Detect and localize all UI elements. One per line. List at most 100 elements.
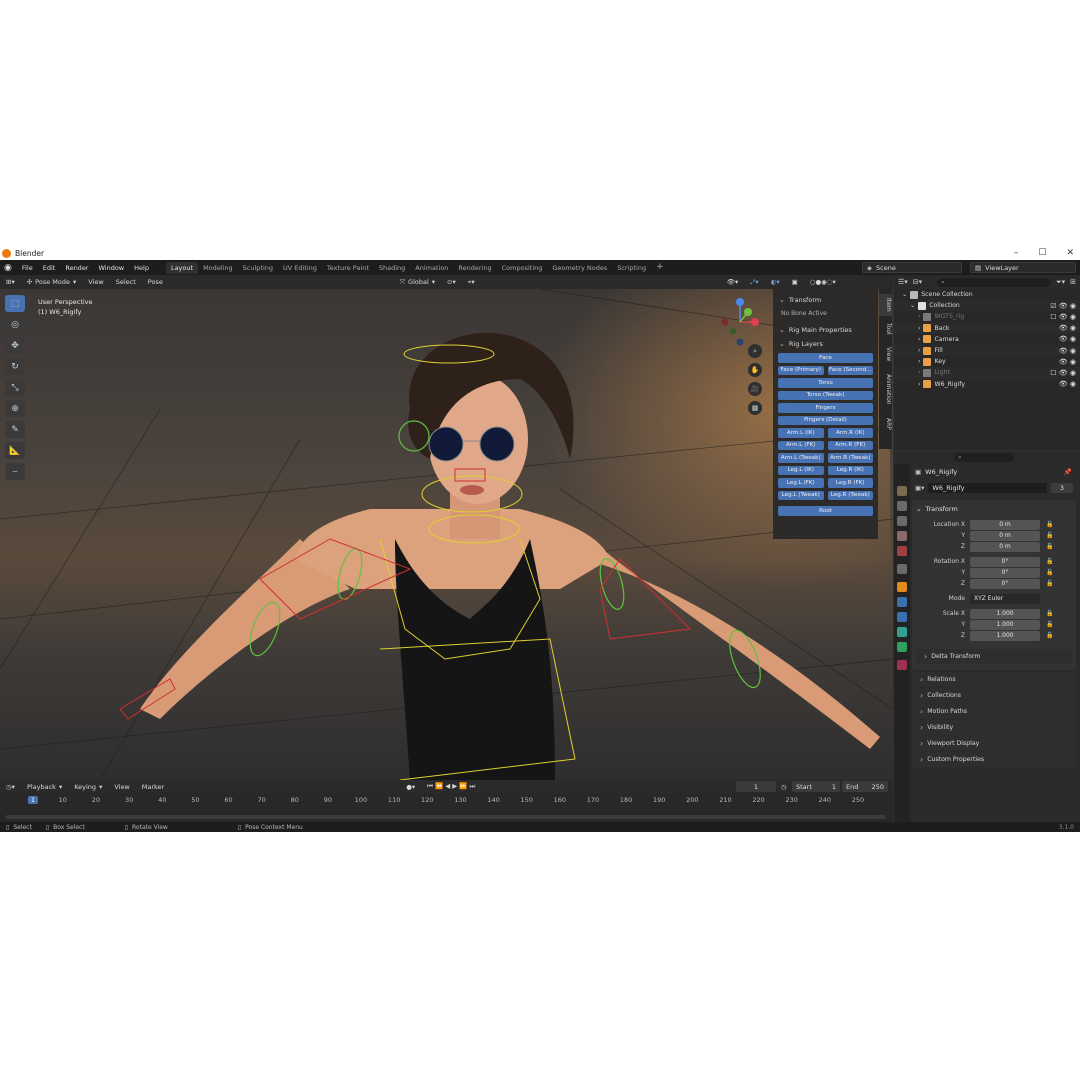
menu-view[interactable]: View <box>82 278 109 286</box>
transform-section[interactable]: Transform <box>777 293 874 307</box>
lock-icon[interactable]: 🔓 <box>1046 632 1053 639</box>
expand-arrow-icon[interactable]: › <box>918 381 920 388</box>
move-tool-icon[interactable]: ✥ <box>5 337 25 354</box>
orientation-dropdown[interactable]: ⤧ Global ▾ <box>394 278 441 287</box>
select-box-tool-icon[interactable]: ⬚ <box>5 295 25 312</box>
maximize-button[interactable]: ☐ <box>1038 248 1046 258</box>
layer-arm-r-ik-button[interactable]: Arm.R (IK) <box>827 428 873 438</box>
custom-properties-panel[interactable]: Custom Properties <box>912 752 1076 767</box>
tab-view[interactable]: View <box>879 344 892 364</box>
user-count[interactable]: 3 <box>1051 483 1073 493</box>
display-mode-icon[interactable]: ⊟▾ <box>913 278 922 286</box>
visibility-toggles[interactable]: 👁 ◉ <box>1059 380 1076 388</box>
viewport-display-panel[interactable]: Viewport Display <box>912 736 1076 751</box>
armature-data-icon[interactable] <box>897 642 907 652</box>
annotate-tool-icon[interactable]: ✎ <box>5 421 25 438</box>
menu-edit[interactable]: Edit <box>38 264 61 272</box>
editor-type-icon[interactable]: ⊞▾ <box>0 278 21 286</box>
scene-props-icon[interactable] <box>897 531 907 541</box>
lock-icon[interactable]: 🔓 <box>1046 521 1053 528</box>
pan-hand-icon[interactable]: ✋ <box>748 363 762 377</box>
timeline-ruler[interactable]: 1 10 20 30 40 50 60 70 80 90 100 110 120 130 140 150 160… <box>0 793 893 823</box>
tab-geometry-nodes[interactable]: Geometry Nodes <box>547 262 612 274</box>
tab-tool[interactable]: Tool <box>879 319 892 339</box>
end-frame-field[interactable]: End 250 <box>842 781 888 792</box>
tab-rendering[interactable]: Rendering <box>453 262 496 274</box>
scene-selector[interactable]: ◈ Scene <box>862 262 962 273</box>
world-props-icon[interactable] <box>897 546 907 556</box>
layer-face-secondary-button[interactable]: Face (Second... <box>827 365 873 375</box>
filter-icon[interactable]: ⏷▾ <box>1056 278 1065 287</box>
rig-main-section[interactable]: Rig Main Properties <box>777 323 874 337</box>
relax-tool-icon[interactable]: ⌣ <box>5 463 25 480</box>
visibility-toggles[interactable]: ☐ 👁 ◉ <box>1050 369 1076 377</box>
expand-arrow-icon[interactable]: › <box>918 347 920 354</box>
physics-props-icon[interactable] <box>897 612 907 622</box>
transform-panel-header[interactable]: ⌄ Transform <box>912 502 1076 515</box>
expand-arrow-icon[interactable]: › <box>918 369 920 376</box>
camera-view-icon[interactable]: 🎥 <box>748 382 762 396</box>
timeline-scrollbar[interactable] <box>6 815 886 819</box>
visibility-icon[interactable]: 👁▾ <box>721 278 745 286</box>
lock-icon[interactable]: 🔓 <box>1046 543 1053 550</box>
viewlayer-selector[interactable]: ▤ ViewLayer <box>970 262 1076 273</box>
properties-search-input[interactable]: ⌕ <box>954 453 1014 462</box>
rotate-tool-icon[interactable]: ↻ <box>5 358 25 375</box>
menu-window[interactable]: Window <box>93 264 129 272</box>
pin-icon[interactable]: 📌 <box>1064 468 1072 476</box>
snap-icon[interactable]: ⌖▾ <box>462 278 481 287</box>
shading-modes-icon[interactable]: ○●◉◌▾ <box>804 278 842 286</box>
tab-texture-paint[interactable]: Texture Paint <box>322 262 374 274</box>
current-frame-marker[interactable]: 1 <box>27 796 39 804</box>
minimize-button[interactable]: – <box>1014 248 1019 258</box>
menu-help[interactable]: Help <box>129 264 154 272</box>
layer-torso-tweak-button[interactable]: Torso (Tweak) <box>778 390 873 400</box>
visibility-toggles[interactable]: 👁 ◉ <box>1059 347 1076 355</box>
visibility-panel[interactable]: Visibility <box>912 720 1076 735</box>
tab-animation-sidebar[interactable]: Animation <box>879 369 892 409</box>
lock-icon[interactable]: 🔓 <box>1046 580 1053 587</box>
object-name-field[interactable]: W6_Rigify <box>928 483 1047 493</box>
visibility-toggles[interactable]: 👁 ◉ <box>1059 324 1076 332</box>
zoom-icon[interactable]: ⌕ <box>748 344 762 358</box>
layer-face-primary-button[interactable]: Face (Primary) <box>778 365 824 375</box>
rig-layers-section[interactable]: Rig Layers <box>777 337 874 351</box>
timeline-view-menu[interactable]: View <box>108 783 135 791</box>
layer-face-button[interactable]: Face <box>778 353 873 363</box>
cursor-tool-icon[interactable]: ◎ <box>5 316 25 333</box>
object-props-icon[interactable] <box>897 582 907 592</box>
layer-arm-r-tweak-button[interactable]: Arm.R (Tweak) <box>827 453 873 463</box>
outliner-row[interactable]: ⌄ Collection ☑ 👁 ◉ <box>894 300 1080 312</box>
transform-tool-icon[interactable]: ⊕ <box>5 400 25 417</box>
tab-arp[interactable]: ARP <box>879 414 892 434</box>
layer-arm-r-fk-button[interactable]: Arm.R (FK) <box>827 440 873 450</box>
location-y-field[interactable]: 0 m <box>970 530 1040 541</box>
new-collection-icon[interactable]: ⊞ <box>1070 278 1076 286</box>
constraint-props-icon[interactable] <box>897 627 907 637</box>
mode-dropdown[interactable]: ✣ Pose Mode ▾ <box>21 278 83 286</box>
visibility-toggles[interactable]: ☐ 👁 ◉ <box>1050 313 1076 321</box>
outliner-row[interactable]: › Fill 👁 ◉ <box>894 344 1080 357</box>
layer-fingers-detail-button[interactable]: Fingers (Detail) <box>778 415 873 425</box>
outliner-row[interactable]: › WGTS_rig ☐ 👁 ◉ <box>894 311 1080 322</box>
expand-arrow-icon[interactable]: ⌄ <box>910 302 915 309</box>
view-layer-props-icon[interactable] <box>897 516 907 526</box>
tab-item[interactable]: Item <box>879 294 892 316</box>
expand-arrow-icon[interactable]: ⌄ <box>902 291 907 298</box>
layer-arm-l-ik-button[interactable]: Arm.L (IK) <box>778 428 824 438</box>
overlay-toggle-icon[interactable]: ◐▾ <box>765 278 786 286</box>
outliner-row[interactable]: › Light ☐ 👁 ◉ <box>894 367 1080 379</box>
pivot-icon[interactable]: ⊙▾ <box>441 278 462 286</box>
lock-icon[interactable]: 🔓 <box>1046 532 1053 539</box>
marker-menu[interactable]: Marker <box>136 783 170 791</box>
blender-menu-icon[interactable]: ◉ <box>4 263 12 273</box>
expand-arrow-icon[interactable]: › <box>918 313 920 320</box>
menu-select[interactable]: Select <box>110 278 142 286</box>
menu-render[interactable]: Render <box>60 264 93 272</box>
tab-layout[interactable]: Layout <box>165 261 199 274</box>
start-frame-field[interactable]: Start 1 <box>792 781 840 792</box>
current-frame-field[interactable]: 1 <box>736 781 776 792</box>
rotation-mode-dropdown[interactable]: XYZ Euler <box>970 593 1040 604</box>
layer-arm-l-fk-button[interactable]: Arm.L (FK) <box>778 440 824 450</box>
clock-icon[interactable]: ◷ <box>781 783 787 791</box>
